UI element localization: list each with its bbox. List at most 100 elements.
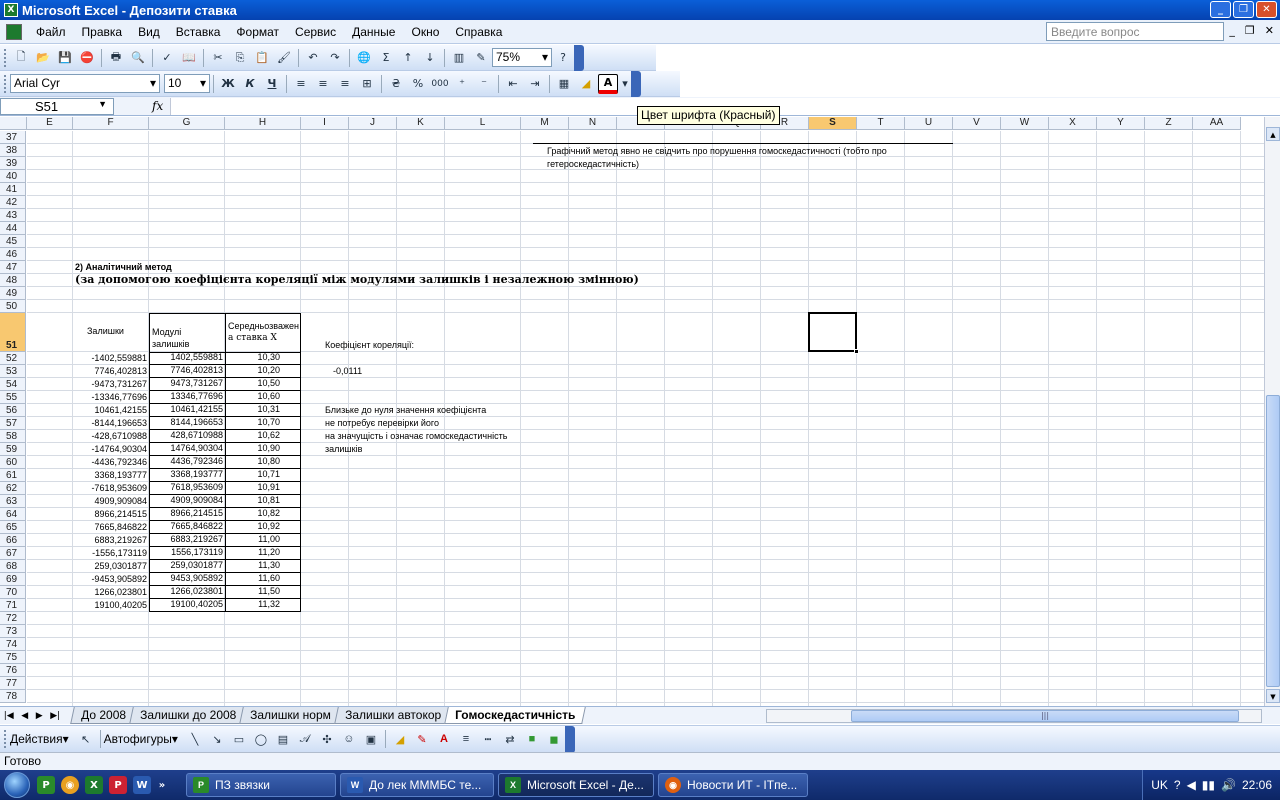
project-icon[interactable]: P — [37, 776, 55, 794]
rate-cell[interactable]: 10,30 — [225, 351, 301, 365]
drawing-icon[interactable]: ✎ — [471, 48, 491, 68]
decrease-indent-icon[interactable]: ⇤ — [503, 74, 523, 94]
row-header-65[interactable]: 65 — [0, 521, 26, 534]
volume-icon[interactable]: 🔊 — [1221, 778, 1236, 792]
diagram-icon[interactable]: ✣ — [317, 729, 337, 749]
clock[interactable]: 22:06 — [1242, 778, 1272, 792]
borders-icon[interactable]: ▦ — [554, 74, 574, 94]
open-icon[interactable]: 📂 — [33, 48, 53, 68]
print-icon[interactable]: 🖶 — [106, 48, 126, 68]
header-rate[interactable]: Середньозважен а ставка Х — [225, 313, 301, 353]
rate-cell[interactable]: 10,90 — [225, 442, 301, 456]
row-header-56[interactable]: 56 — [0, 404, 26, 417]
abs-residual-cell[interactable]: 9453,905892 — [149, 572, 226, 586]
worksheet-grid[interactable]: EFGHIJKLMNOPQRSTUVWXYZAA3738394041424344… — [0, 117, 1264, 706]
fill-handle[interactable] — [854, 349, 859, 354]
fill-color-draw-icon[interactable]: ◢ — [390, 729, 410, 749]
rate-cell[interactable]: 11,20 — [225, 546, 301, 560]
residual-cell[interactable]: -14764,90304 — [73, 443, 147, 455]
font-color-draw-icon[interactable]: A — [434, 729, 454, 749]
abs-residual-cell[interactable]: 3368,193777 — [149, 468, 226, 482]
abs-residual-cell[interactable]: 4436,792346 — [149, 455, 226, 469]
row-header-37[interactable]: 37 — [0, 131, 26, 144]
residual-cell[interactable]: -13346,77696 — [73, 391, 147, 403]
residual-cell[interactable]: 6883,219267 — [73, 534, 147, 546]
tab-navigation[interactable]: |◀ ◀ ▶ ▶| — [0, 711, 64, 721]
research-icon[interactable]: 📖 — [179, 48, 199, 68]
menu-insert[interactable]: Вставка — [168, 25, 229, 39]
abs-residual-cell[interactable]: 259,0301877 — [149, 559, 226, 573]
row-header-40[interactable]: 40 — [0, 170, 26, 183]
first-sheet-icon[interactable]: |◀ — [4, 711, 14, 721]
actions-menu[interactable]: Действия — [10, 732, 63, 746]
underline-button[interactable]: Ч — [262, 74, 282, 94]
note-graph-text[interactable]: Графічний метод явно не свідчить про пор… — [547, 145, 887, 157]
selected-cell-s51[interactable] — [808, 312, 859, 354]
row-header-53[interactable]: 53 — [0, 365, 26, 378]
new-icon[interactable]: 🗋 — [11, 48, 31, 68]
rate-cell[interactable]: 11,60 — [225, 572, 301, 586]
menu-view[interactable]: Вид — [130, 25, 168, 39]
row-header-70[interactable]: 70 — [0, 586, 26, 599]
column-header-n[interactable]: N — [569, 117, 617, 130]
rate-cell[interactable]: 10,70 — [225, 416, 301, 430]
arrow-style-icon[interactable]: ⇄ — [500, 729, 520, 749]
task-firefox[interactable]: ◉ Новости ИТ - ITпе... — [658, 773, 808, 797]
oval-icon[interactable]: ◯ — [251, 729, 271, 749]
column-header-k[interactable]: K — [397, 117, 445, 130]
correlation-label[interactable]: Коефіцієнт кореляції: — [325, 339, 414, 351]
vertical-scroll-thumb[interactable] — [1266, 395, 1280, 687]
bold-button[interactable]: Ж — [218, 74, 238, 94]
align-right-icon[interactable]: ≡ — [335, 74, 355, 94]
tab-do-2008[interactable]: До 2008 — [70, 707, 137, 724]
help-icon[interactable]: ? — [553, 48, 573, 68]
menu-tools[interactable]: Сервис — [287, 25, 344, 39]
column-header-x[interactable]: X — [1049, 117, 1097, 130]
align-left-icon[interactable]: ≡ — [291, 74, 311, 94]
next-sheet-icon[interactable]: ▶ — [36, 711, 43, 721]
redo-icon[interactable]: ↷ — [325, 48, 345, 68]
tab-zalyshky-avtokor[interactable]: Залишки автокор — [334, 707, 452, 724]
rectangle-icon[interactable]: ▭ — [229, 729, 249, 749]
start-button[interactable] — [0, 770, 34, 800]
line-style-icon[interactable]: ≡ — [456, 729, 476, 749]
abs-residual-cell[interactable]: 19100,40205 — [149, 598, 226, 612]
rate-cell[interactable]: 10,82 — [225, 507, 301, 521]
residual-cell[interactable]: -8144,196653 — [73, 417, 147, 429]
clipart-icon[interactable]: ☺ — [339, 729, 359, 749]
residual-cell[interactable]: 1266,023801 — [73, 586, 147, 598]
dash-style-icon[interactable]: ┅ — [478, 729, 498, 749]
row-header-76[interactable]: 76 — [0, 664, 26, 677]
row-header-58[interactable]: 58 — [0, 430, 26, 443]
residual-cell[interactable]: -1556,173119 — [73, 547, 147, 559]
row-header-42[interactable]: 42 — [0, 196, 26, 209]
minimize-button[interactable]: _ — [1210, 1, 1231, 18]
residual-cell[interactable]: 10461,42155 — [73, 404, 147, 416]
abs-residual-cell[interactable]: 1556,173119 — [149, 546, 226, 560]
shadow-icon[interactable]: ■ — [522, 729, 542, 749]
column-header-g[interactable]: G — [149, 117, 225, 130]
row-header-54[interactable]: 54 — [0, 378, 26, 391]
row-header-68[interactable]: 68 — [0, 560, 26, 573]
rate-cell[interactable]: 10,62 — [225, 429, 301, 443]
ask-question-input[interactable]: Введите вопрос — [1046, 22, 1224, 41]
row-header-60[interactable]: 60 — [0, 456, 26, 469]
residual-cell[interactable]: -9473,731267 — [73, 378, 147, 390]
increase-indent-icon[interactable]: ⇥ — [525, 74, 545, 94]
currency-icon[interactable]: ₴ — [386, 74, 406, 94]
rate-cell[interactable]: 11,50 — [225, 585, 301, 599]
row-header-72[interactable]: 72 — [0, 612, 26, 625]
hyperlink-icon[interactable]: 🌐 — [354, 48, 374, 68]
row-header-49[interactable]: 49 — [0, 287, 26, 300]
rate-cell[interactable]: 10,71 — [225, 468, 301, 482]
vertical-scrollbar[interactable]: ▲ ▼ — [1264, 117, 1280, 706]
prev-sheet-icon[interactable]: ◀ — [21, 711, 28, 721]
scroll-up-arrow[interactable]: ▲ — [1266, 127, 1280, 141]
column-header-l[interactable]: L — [445, 117, 521, 130]
column-header-y[interactable]: Y — [1097, 117, 1145, 130]
decrease-decimal-icon[interactable]: ⁻ — [474, 74, 494, 94]
menu-data[interactable]: Данные — [344, 25, 403, 39]
menu-format[interactable]: Формат — [228, 25, 287, 39]
font-size-select[interactable]: 10 ▾ — [164, 74, 210, 93]
section-subtitle[interactable]: (за допомогою коефіцієнта кореляції між … — [75, 274, 639, 286]
